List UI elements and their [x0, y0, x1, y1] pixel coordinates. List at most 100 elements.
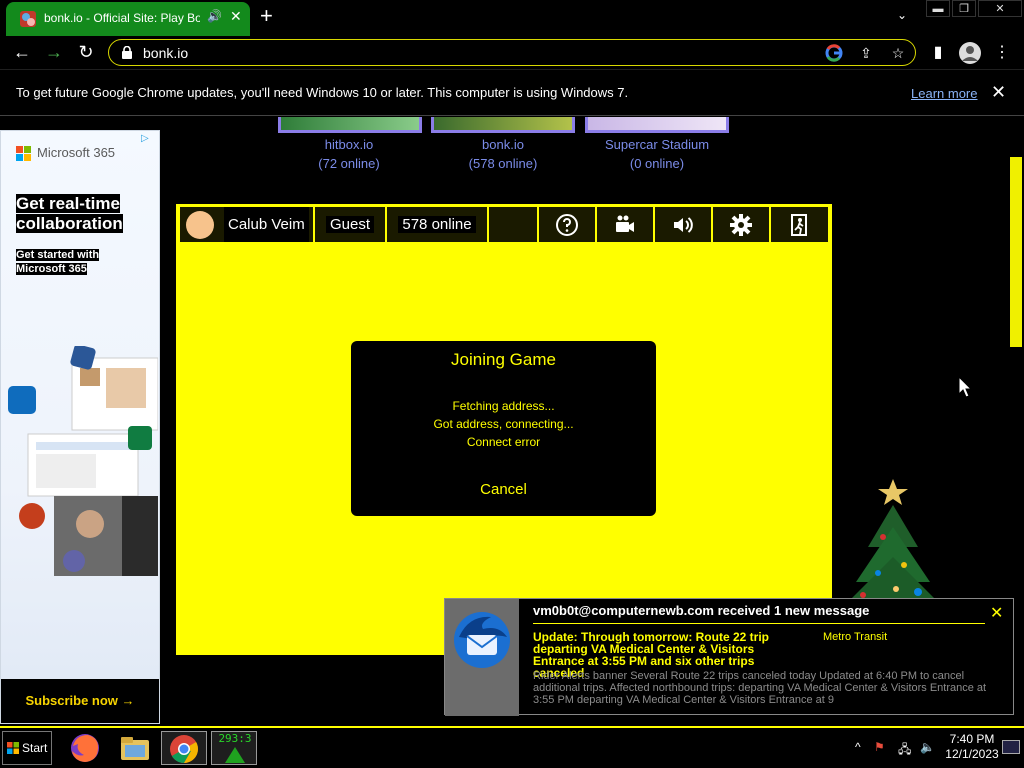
online-count: 578 online — [398, 216, 476, 233]
restore-button[interactable]: ❐ — [952, 0, 976, 17]
notification-divider — [533, 623, 985, 624]
camera-button[interactable] — [597, 207, 655, 242]
firefox-icon — [71, 734, 99, 762]
update-infobar: To get future Google Chrome updates, you… — [0, 72, 1024, 116]
menu-kebab-icon[interactable]: ⋮ — [990, 41, 1014, 65]
screen: bonk.io - Official Site: Play Bonk 🔊 ✕ +… — [0, 0, 1024, 768]
reload-button[interactable]: ↻ — [74, 40, 98, 64]
ad-headline-line-1: Get real-time — [16, 194, 120, 213]
notification-icon-box — [445, 599, 519, 716]
game-online-hitbox: (72 online) — [318, 156, 380, 171]
speaker-icon[interactable]: 🔊 — [207, 9, 222, 23]
back-button[interactable]: ← — [10, 40, 34, 64]
tab-title: bonk.io - Official Site: Play Bonk — [44, 11, 200, 25]
tab-search-chevron-icon[interactable]: ⌄ — [897, 8, 907, 22]
url-text: bonk.io — [143, 45, 189, 61]
show-desktop-button[interactable] — [1002, 740, 1020, 754]
address-bar[interactable]: bonk.io ⇪ ☆ — [108, 39, 916, 66]
exit-button[interactable] — [771, 207, 828, 242]
ad-subheadline: Get started with Microsoft 365 — [16, 248, 112, 276]
google-icon[interactable] — [825, 44, 843, 62]
mouse-pointer-icon — [958, 376, 972, 398]
ad-headline: Get real-time collaboration — [16, 194, 128, 234]
tab-close-icon[interactable]: ✕ — [230, 8, 242, 25]
help-button[interactable] — [539, 207, 597, 242]
infobar-close-icon[interactable]: ✕ — [991, 82, 1006, 103]
tab-bonk[interactable]: bonk.io - Official Site: Play Bonk 🔊 ✕ — [6, 2, 250, 36]
settings-button[interactable] — [713, 207, 771, 242]
triangle-app-icon — [225, 747, 245, 763]
share-icon[interactable]: ⇪ — [857, 44, 875, 62]
taskbar-chrome[interactable] — [161, 731, 207, 765]
thunderbird-notification[interactable]: vm0b0t@computernewb.com received 1 new m… — [444, 598, 1014, 716]
window-controls: ▬ ❐ ✕ — [926, 0, 1024, 18]
joining-game-dialog: Joining Game Fetching address... Got add… — [351, 341, 656, 516]
game-name-hitbox[interactable]: hitbox.io — [277, 135, 421, 154]
folder-icon — [121, 737, 149, 760]
camera-icon — [616, 215, 634, 232]
online-count-cell: 578 online — [387, 207, 489, 242]
game-name-bonk[interactable]: bonk.io — [431, 135, 575, 154]
volume-icon — [674, 217, 693, 233]
tray-expand-icon[interactable]: ^ — [855, 740, 861, 754]
browser-toolbar: ← → ↻ bonk.io ⇪ ☆ ▮ ⋮ — [0, 36, 1024, 70]
profile-avatar-icon[interactable] — [958, 41, 982, 65]
player-name-cell: Calub Veim — [180, 207, 315, 242]
taskbar-app-counter[interactable]: 293:3 — [211, 731, 257, 765]
ad-headline-line-2: collaboration — [16, 214, 123, 233]
close-window-button[interactable]: ✕ — [978, 0, 1022, 17]
new-tab-button[interactable]: + — [260, 4, 273, 28]
game-online-bonk: (578 online) — [468, 156, 538, 171]
game-thumb-hitbox[interactable] — [278, 117, 422, 133]
status-line-connecting: Got address, connecting... — [433, 417, 574, 431]
notification-close-icon[interactable]: ✕ — [990, 603, 1003, 623]
empty-cell — [489, 207, 539, 242]
game-top-bar: Calub Veim Guest 578 online — [180, 207, 828, 242]
account-cell: Guest — [315, 207, 387, 242]
start-label: Start — [22, 741, 48, 755]
player-name: Calub Veim — [224, 207, 309, 242]
status-line-error: Connect error — [466, 435, 541, 449]
minimize-button[interactable]: ▬ — [926, 0, 950, 17]
subscribe-now-button[interactable]: Subscribe now → — [1, 679, 159, 723]
side-panel-icon[interactable]: ▮ — [926, 41, 950, 65]
status-line-fetching: Fetching address... — [452, 399, 555, 413]
game-thumb-bonk[interactable] — [431, 117, 575, 133]
microsoft-logo-icon — [16, 146, 32, 162]
forward-button[interactable]: → — [42, 40, 66, 64]
cancel-button[interactable]: Cancel — [461, 481, 546, 498]
app-counter-text: 293:3 — [218, 732, 252, 745]
microsoft-365-ad[interactable]: ▷ Microsoft 365 Get real-time collaborat… — [0, 130, 160, 724]
tab-strip: bonk.io - Official Site: Play Bonk 🔊 ✕ +… — [0, 0, 1024, 36]
volume-tray-icon[interactable]: 🔈 — [920, 740, 935, 754]
thunderbird-icon — [454, 612, 510, 668]
bookmark-star-icon[interactable]: ☆ — [889, 44, 907, 62]
windows-logo-icon — [7, 742, 19, 754]
game-thumb-supercar[interactable] — [585, 117, 729, 133]
infobar-message: To get future Google Chrome updates, you… — [16, 85, 629, 100]
volume-button[interactable] — [655, 207, 713, 242]
chrome-icon — [170, 735, 198, 763]
ad-brand: Microsoft 365 — [37, 145, 116, 160]
adchoices-icon[interactable]: ▷ — [141, 133, 157, 147]
office-apps-collage-image — [8, 346, 158, 576]
page-scrollbar-thumb[interactable] — [1010, 157, 1022, 347]
windows-taskbar: Start 293:3 ^ ⚑ 🖧 🔈 7:40 PM 12/1/2023 — [0, 726, 1024, 768]
notification-body: Rider Alerts banner Several Route 22 tri… — [533, 670, 987, 706]
clock-time: 7:40 PM — [949, 732, 995, 746]
taskbar-file-explorer[interactable] — [112, 731, 158, 765]
settings-icon — [730, 214, 752, 236]
ad-sub-line-1: Get started with — [16, 249, 100, 261]
game-online-supercar: (0 online) — [629, 156, 685, 171]
ad-sub-line-2: Microsoft 365 — [16, 263, 87, 275]
help-icon — [556, 214, 578, 236]
bonk-game-window[interactable]: Calub Veim Guest 578 online Joining Game… — [176, 204, 832, 655]
christmas-tree-image — [843, 479, 943, 607]
game-name-supercar[interactable]: Supercar Stadium — [585, 135, 729, 154]
taskbar-firefox[interactable] — [62, 731, 108, 765]
system-clock[interactable]: 7:40 PM 12/1/2023 — [944, 732, 1000, 762]
learn-more-link[interactable]: Learn more — [911, 86, 977, 101]
action-center-flag-icon[interactable]: ⚑ — [874, 740, 885, 754]
network-icon[interactable]: 🖧 — [898, 740, 911, 761]
start-button[interactable]: Start — [2, 731, 52, 765]
